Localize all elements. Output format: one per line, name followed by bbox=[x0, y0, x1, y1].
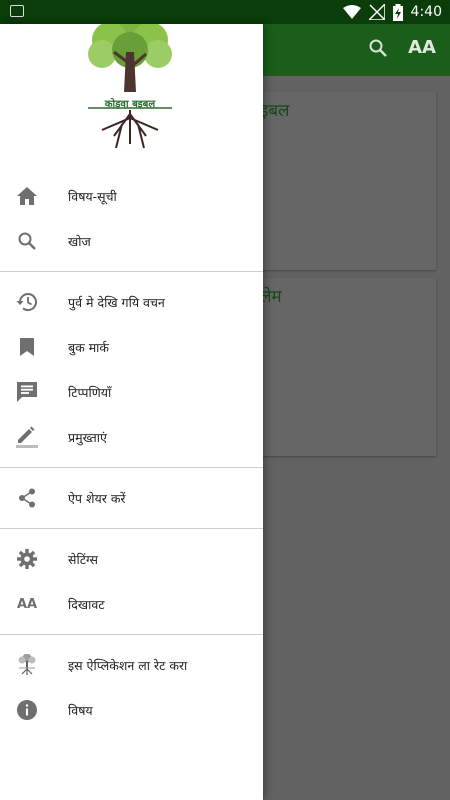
comment-icon bbox=[16, 381, 38, 403]
status-bar: 4:40 bbox=[0, 0, 450, 24]
card-title: लेम bbox=[260, 287, 282, 307]
font-size-icon[interactable]: AA bbox=[408, 37, 436, 58]
divider bbox=[0, 634, 263, 635]
app-logo bbox=[80, 4, 180, 152]
divider bbox=[0, 467, 263, 468]
drawer-item-label: प्रमुख्ताएं bbox=[68, 429, 107, 445]
info-icon bbox=[16, 699, 38, 721]
divider bbox=[0, 271, 263, 272]
no-signal-icon bbox=[368, 4, 385, 20]
navigation-drawer: कोड़वा बइबल विषय-सूची खोज पुर्व मे देखि … bbox=[0, 4, 263, 800]
tree-logo-icon bbox=[16, 654, 38, 676]
home-icon bbox=[16, 185, 38, 207]
share-icon bbox=[16, 487, 38, 509]
history-icon bbox=[16, 291, 38, 313]
drawer-item-rate-app[interactable]: इस ऐप्लिकेशन ला रेट करा bbox=[0, 643, 263, 687]
drawer-item-history[interactable]: पुर्व मे देखि गयि वचन bbox=[0, 280, 263, 324]
divider bbox=[0, 528, 263, 529]
logo-text: कोड़वा बइबल bbox=[104, 99, 156, 110]
bookmark-icon bbox=[16, 336, 38, 358]
drawer-item-label: इस ऐप्लिकेशन ला रेट करा bbox=[68, 657, 188, 673]
wifi-icon bbox=[342, 5, 361, 19]
status-time: 4:40 bbox=[410, 4, 442, 20]
card-title: इबल bbox=[260, 101, 290, 121]
search-icon[interactable] bbox=[368, 38, 388, 62]
highlight-pen-icon bbox=[16, 426, 38, 448]
image-icon bbox=[10, 5, 24, 17]
drawer-item-label: दिखावट bbox=[68, 596, 105, 612]
battery-charging-icon bbox=[392, 3, 403, 21]
drawer-item-notes[interactable]: टिप्पणियाँ bbox=[0, 370, 263, 414]
drawer-item-label: टिप्पणियाँ bbox=[68, 384, 112, 400]
drawer-item-label: खोज bbox=[68, 233, 91, 249]
drawer-item-label: पुर्व मे देखि गयि वचन bbox=[68, 294, 165, 310]
drawer-item-about[interactable]: विषय bbox=[0, 688, 263, 732]
text-appearance-icon: AA bbox=[16, 596, 38, 612]
drawer-item-share[interactable]: ऐप शेयर करें bbox=[0, 476, 263, 520]
drawer-item-search[interactable]: खोज bbox=[0, 219, 263, 263]
settings-gear-icon bbox=[16, 548, 38, 570]
drawer-item-label: ऐप शेयर करें bbox=[68, 490, 126, 506]
drawer-item-highlights[interactable]: प्रमुख्ताएं bbox=[0, 415, 263, 459]
drawer-item-label: सेटिंग्स bbox=[68, 551, 98, 567]
drawer-item-bookmarks[interactable]: बुक मार्क bbox=[0, 325, 263, 369]
drawer-item-contents[interactable]: विषय-सूची bbox=[0, 174, 263, 218]
search-icon bbox=[16, 230, 38, 252]
drawer-item-appearance[interactable]: AA दिखावट bbox=[0, 582, 263, 626]
drawer-item-label: विषय-सूची bbox=[68, 188, 117, 204]
drawer-item-label: बुक मार्क bbox=[68, 339, 110, 355]
drawer-item-settings[interactable]: सेटिंग्स bbox=[0, 537, 263, 581]
drawer-item-label: विषय bbox=[68, 702, 93, 718]
